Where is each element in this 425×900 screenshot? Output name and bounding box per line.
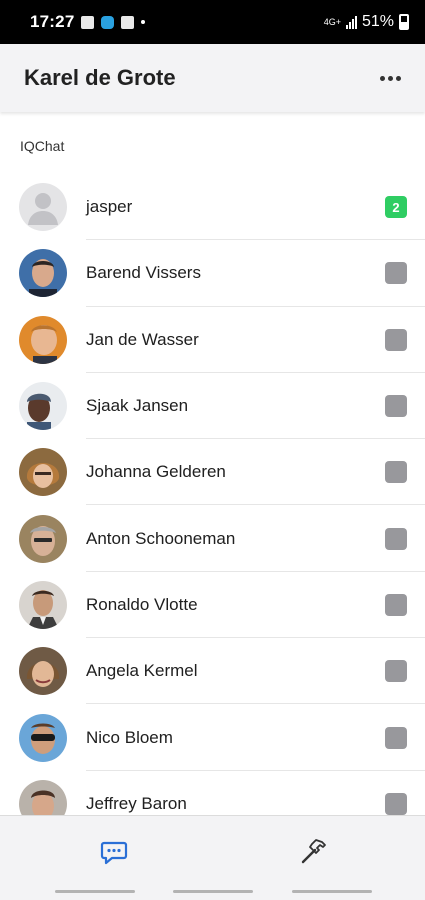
gesture-bar-back[interactable] [292, 890, 372, 893]
signal-strength-icon [345, 15, 357, 29]
battery-percentage: 51% [361, 13, 394, 30]
contact-name: Johanna Gelderen [86, 462, 226, 482]
more-notifications-icon [141, 20, 146, 24]
avatar [19, 580, 67, 629]
status-badge [385, 792, 407, 815]
status-badge [385, 593, 407, 616]
status-right: 4G+ 51% [324, 13, 409, 31]
messenger-notification-icon [101, 15, 115, 29]
status-badge [385, 660, 407, 683]
contact-row[interactable]: Jan de Wasser [0, 307, 425, 374]
status-badge [385, 527, 407, 550]
avatar [19, 315, 67, 364]
network-type-label: 4G+ [323, 16, 341, 27]
battery-icon [399, 14, 409, 30]
contact-name: Barend Vissers [86, 263, 201, 283]
contact-row[interactable]: Anton Schooneman [0, 505, 425, 573]
contact-name: Sjaak Jansen [86, 396, 189, 416]
status-badge [385, 726, 407, 749]
gesture-bar-recent[interactable] [55, 890, 135, 893]
hammer-icon[interactable] [298, 836, 328, 866]
status-left: 17:27 [30, 12, 146, 32]
contact-name: Angela Kermel [86, 661, 198, 681]
contact-name: Jeffrey Baron [86, 793, 187, 813]
status-time: 17:27 [30, 12, 75, 31]
notes-notification-icon [121, 15, 135, 29]
contact-row[interactable]: Ronaldo Vlotte [0, 572, 425, 639]
status-badge [385, 395, 407, 418]
contact-row[interactable]: Nico Bloem [0, 704, 425, 771]
gallery-notification-icon [81, 15, 95, 29]
more-horizontal-icon[interactable] [374, 70, 401, 87]
avatar [19, 514, 67, 563]
contact-list: jasper 2 Barend Vissers Jan de Wasser Sj… [0, 174, 425, 837]
avatar [19, 249, 67, 298]
contact-name: Nico Bloem [86, 727, 173, 747]
unread-count-badge: 2 [385, 196, 407, 219]
chat-bubble-icon[interactable] [100, 838, 128, 866]
contact-row[interactable]: Sjaak Jansen [0, 373, 425, 440]
status-bar: 17:27 4G+ 51% [0, 0, 425, 44]
default-avatar-icon [19, 183, 67, 232]
bottom-navigation [0, 815, 425, 900]
contact-row[interactable]: Barend Vissers [0, 240, 425, 307]
contact-name: jasper [86, 197, 133, 217]
contact-name: Ronaldo Vlotte [86, 594, 198, 614]
avatar [19, 647, 67, 696]
contact-row[interactable]: Johanna Gelderen [0, 439, 425, 506]
status-badge [385, 262, 407, 285]
status-badge [385, 461, 407, 484]
avatar [19, 713, 67, 762]
avatar [19, 448, 67, 497]
contact-row[interactable]: Angela Kermel [0, 638, 425, 705]
contact-row[interactable]: jasper 2 [0, 174, 425, 241]
app-header: Karel de Grote [0, 44, 425, 112]
contact-name: Anton Schooneman [86, 528, 236, 548]
avatar [19, 382, 67, 431]
page-title: Karel de Grote [24, 65, 176, 90]
status-badge [385, 328, 407, 351]
section-label: IQChat [20, 138, 65, 154]
contact-name: Jan de Wasser [86, 329, 199, 349]
gesture-bar-home[interactable] [173, 890, 253, 893]
